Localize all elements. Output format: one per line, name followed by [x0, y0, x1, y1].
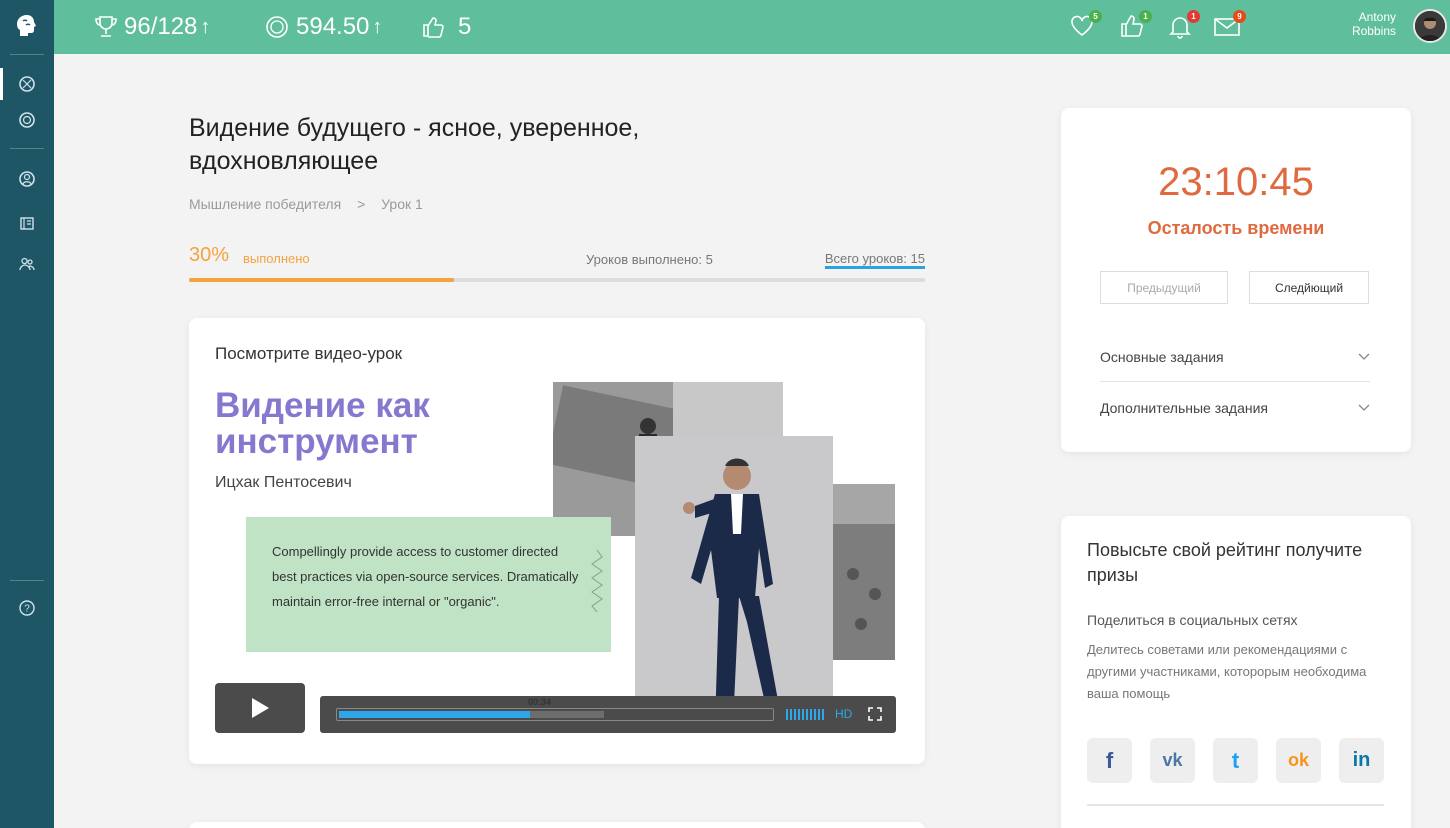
sidebar-item-library-icon[interactable] [15, 211, 39, 235]
squiggle-decoration-icon [591, 550, 603, 612]
progress-summary: 30% выполнено Уроков выполнено: 5 Всего … [189, 244, 925, 274]
sidebar-item-profile-icon[interactable] [15, 167, 39, 191]
lessons-total-link[interactable]: Всего уроков: 15 [824, 252, 925, 269]
play-icon [252, 698, 269, 718]
accordion-extra-tasks[interactable]: Дополнительные задания [1100, 383, 1370, 433]
progress-percent: 30% [189, 244, 230, 266]
next-card-peek [189, 822, 925, 828]
sidebar-item-dashboard-icon[interactable] [15, 72, 39, 96]
help-icon[interactable]: ? [15, 596, 39, 620]
sidebar-divider [10, 580, 44, 581]
progress-percent-label: выполнено [243, 251, 310, 266]
notification-badge: 5 [1089, 10, 1102, 23]
chevron-down-icon [1358, 353, 1370, 360]
seek-played [339, 711, 530, 718]
points-value: 594.50 [296, 13, 370, 40]
points-stat: 594.50 ↑ [264, 0, 382, 54]
likes-stat: 5 [420, 0, 471, 54]
notification-badge: 9 [1233, 10, 1246, 23]
top-bar: 96/128 ↑ 594.50 ↑ 5 5 1 1 9 Antony Robbi… [54, 0, 1450, 54]
user-last-name: Robbins [1351, 24, 1396, 38]
previous-button[interactable]: Предыдущий [1100, 271, 1228, 304]
sidebar-divider [10, 148, 44, 149]
sidebar-active-indicator [0, 68, 3, 100]
play-button[interactable] [215, 683, 305, 733]
breadcrumb-lesson: Урок 1 [381, 196, 423, 212]
coin-icon [266, 16, 288, 38]
trophy-icon [95, 16, 117, 37]
quality-toggle[interactable]: HD [835, 707, 852, 721]
sidebar-item-globe-icon[interactable] [15, 108, 39, 132]
messages-notification[interactable]: 9 [1212, 10, 1246, 42]
alerts-notification[interactable]: 1 [1166, 10, 1200, 42]
video-title: Видение как инструмент [215, 386, 430, 461]
accordion-label: Дополнительные задания [1100, 400, 1269, 416]
video-card-heading: Посмотрите видео-урок [215, 344, 403, 363]
favorites-notification[interactable]: 5 [1068, 10, 1102, 42]
chevron-down-icon [1358, 404, 1370, 411]
sidebar-divider [10, 54, 44, 55]
video-lesson-card: Посмотрите видео-урок Видение как инстру… [189, 318, 925, 764]
video-author: Ицхак Пентосевич [215, 474, 352, 491]
progress-bar-fill [189, 278, 454, 282]
accordion-label: Основные задания [1100, 348, 1224, 365]
svg-text:?: ? [24, 604, 30, 615]
thumbs-up-icon [423, 17, 444, 38]
odnoklassniki-icon[interactable]: ok [1276, 738, 1321, 783]
lessons-done: Уроков выполнено: 5 [586, 252, 713, 267]
facebook-icon[interactable]: f [1087, 738, 1132, 783]
sidebar-item-users-icon[interactable] [15, 252, 39, 276]
countdown-label: Осталость времени [1147, 218, 1325, 238]
seek-bar[interactable]: 00:34 [336, 697, 774, 721]
likes-notification[interactable]: 1 [1118, 10, 1152, 42]
notification-badge: 1 [1187, 10, 1200, 23]
notification-badge: 1 [1139, 10, 1152, 23]
points-arrow: ↑ [372, 15, 383, 38]
share-title: Поделиться в социальных сетях [1087, 612, 1298, 628]
quote-box: Compellingly provide access to customer … [246, 517, 611, 652]
speaker-photo [635, 436, 833, 726]
breadcrumb-separator: > [357, 196, 366, 212]
trophy-count: 96/128 [124, 13, 198, 40]
timer-card: 23:10:45 Осталость времени Предыдущий Сл… [1061, 108, 1411, 452]
next-button[interactable]: Следйющий [1249, 271, 1369, 304]
accordion-main-tasks[interactable]: Основные задания [1100, 332, 1370, 382]
social-buttons: f vk t ok in [1087, 738, 1384, 783]
linkedin-icon[interactable]: in [1339, 738, 1384, 783]
countdown-timer: 23:10:45 [1158, 160, 1314, 204]
likes-count: 5 [458, 13, 472, 40]
fullscreen-icon[interactable] [868, 707, 882, 721]
rating-divider [1087, 804, 1384, 806]
user-name[interactable]: Antony Robbins [1352, 10, 1396, 38]
trophy-arrow: ↑ [200, 15, 211, 38]
volume-slider[interactable] [786, 709, 824, 720]
user-first-name: Antony [1358, 10, 1396, 24]
breadcrumb-course-link[interactable]: Мышление победителя [189, 196, 341, 212]
trophy-stat: 96/128 ↑ [94, 0, 210, 54]
sidebar: ? [0, 0, 54, 828]
progress-bar [189, 278, 925, 282]
breadcrumb: Мышление победителя > Урок 1 [189, 196, 423, 212]
share-description: Делитесь советами или рекомендациями с д… [1087, 642, 1367, 701]
avatar[interactable] [1413, 9, 1447, 43]
rating-card: Повысьте свой рейтинг получите призы Под… [1061, 516, 1411, 828]
side-photo [833, 484, 895, 660]
twitter-icon[interactable]: t [1213, 738, 1258, 783]
brain-logo-icon[interactable] [13, 12, 41, 40]
video-player-controls: 00:34 HD [320, 696, 896, 733]
vk-icon[interactable]: vk [1150, 738, 1195, 783]
page-title: Видение будущего - ясное, уверенное, вдо… [189, 114, 640, 175]
rating-title: Повысьте свой рейтинг получите призы [1087, 540, 1363, 585]
current-time: 00:34 [528, 697, 552, 707]
